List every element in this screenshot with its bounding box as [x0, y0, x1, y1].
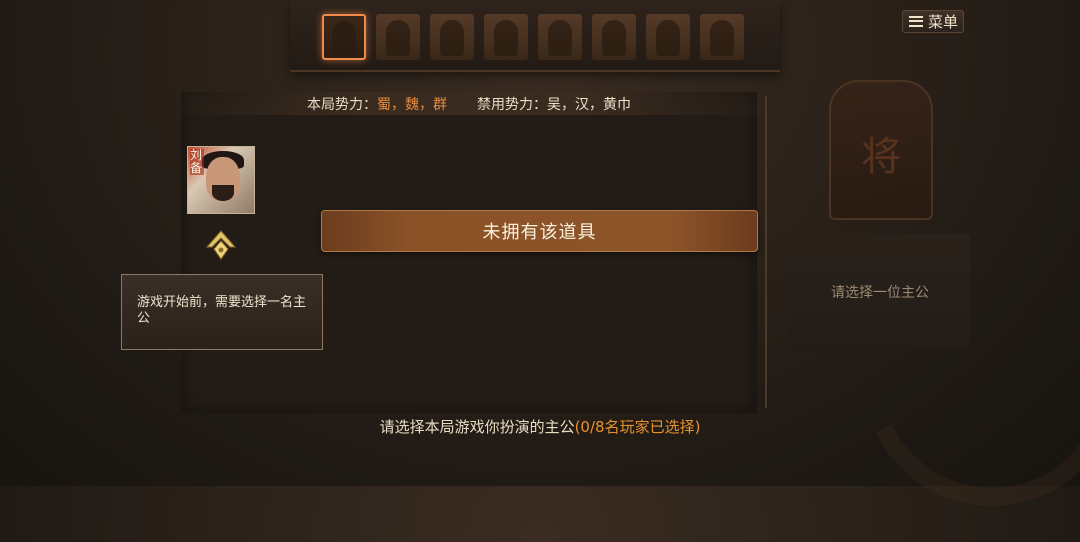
scrollbar-track[interactable] — [765, 96, 767, 408]
unowned-item-notice: 未拥有该道具 — [321, 210, 758, 252]
player-silhouette-icon — [332, 21, 356, 57]
active-factions-label: 本局势力： — [307, 96, 377, 113]
selected-lord-panel: 请选择一位主公 — [790, 234, 970, 350]
active-factions-value: 蜀，魏，群 — [377, 96, 447, 113]
player-seat-4[interactable] — [484, 14, 528, 60]
selection-prompt-text: 请选择本局游戏你扮演的主公 — [379, 418, 575, 436]
banned-factions-value: 吴，汉，黄巾 — [547, 96, 631, 113]
player-silhouette-icon — [710, 20, 734, 56]
lord-name-label: 刘备 — [190, 148, 204, 175]
player-silhouette-icon — [602, 20, 626, 56]
lord-selection-panel — [181, 92, 757, 413]
player-seat-3[interactable] — [430, 14, 474, 60]
player-silhouette-icon — [548, 20, 572, 56]
select-lord-placeholder: 请选择一位主公 — [831, 285, 929, 301]
player-seat-bar — [290, 0, 780, 72]
player-seat-7[interactable] — [646, 14, 690, 60]
faction-info-strip: 本局势力：蜀，魏，群 禁用势力：吴，汉，黄巾 — [181, 92, 757, 115]
menu-button-label: 菜单 — [928, 13, 959, 31]
player-seat-1[interactable] — [322, 14, 366, 60]
selection-count: (0/8名玩家已选择) — [574, 418, 701, 436]
player-silhouette-icon — [440, 20, 464, 56]
banned-factions-label: 禁用势力： — [477, 96, 547, 113]
player-silhouette-icon — [386, 20, 410, 56]
hint-tooltip: 游戏开始前，需要选择一名主公 — [121, 274, 323, 350]
general-card-glyph: 将 — [861, 134, 901, 180]
general-card-placeholder: 将 — [829, 80, 933, 220]
active-factions: 本局势力：蜀，魏，群 — [307, 94, 447, 114]
lord-portrait[interactable]: 刘备 — [187, 146, 255, 214]
player-seat-5[interactable] — [538, 14, 582, 60]
hamburger-menu-icon — [909, 16, 923, 27]
selection-prompt: 请选择本局游戏你扮演的主公(0/8名玩家已选择) — [0, 416, 1080, 437]
menu-button[interactable]: 菜单 — [902, 10, 964, 33]
player-silhouette-icon — [656, 20, 680, 56]
rank-emblem-icon — [205, 230, 237, 260]
player-seat-2[interactable] — [376, 14, 420, 60]
banned-factions: 禁用势力：吴，汉，黄巾 — [477, 94, 631, 114]
player-seat-6[interactable] — [592, 14, 636, 60]
player-seat-8[interactable] — [700, 14, 744, 60]
player-silhouette-icon — [494, 20, 518, 56]
